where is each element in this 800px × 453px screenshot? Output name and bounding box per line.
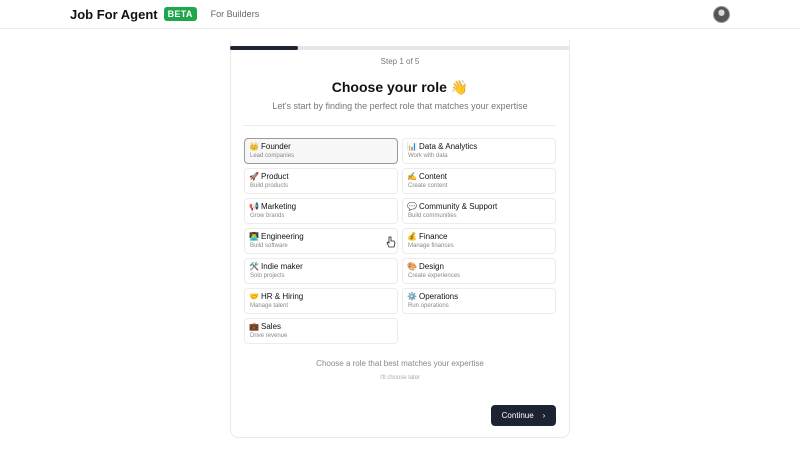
briefcase-icon: 💼 [249,322,259,331]
role-option-sales[interactable]: 💼 Sales Drive revenue [244,318,398,344]
role-option-design[interactable]: 🎨 Design Create experiences [402,258,556,284]
speech-bubble-icon: 💬 [407,202,417,211]
beta-badge: BETA [163,7,197,21]
role-option-founder[interactable]: 👑 Founder Lead companies [244,138,398,164]
role-option-product[interactable]: 🚀 Product Build products [244,168,398,194]
role-option-operations[interactable]: ⚙️ Operations Run operations [402,288,556,314]
role-title: Data & Analytics [419,142,478,151]
role-subtitle: Build communities [408,213,457,219]
page-subtitle: Let's start by finding the perfect role … [272,101,528,111]
role-title: HR & Hiring [261,292,304,301]
role-title: Founder [261,142,291,151]
role-title: Operations [419,292,459,301]
continue-button[interactable]: Continue › [491,405,556,426]
writing-hand-icon: ✍️ [407,172,417,181]
chevron-right-icon: › [542,411,546,420]
handshake-icon: 🤝 [249,292,259,301]
bar-chart-icon: 📊 [407,142,417,151]
role-subtitle: Manage talent [250,303,289,309]
role-subtitle: Create experiences [408,273,461,279]
rocket-icon: 🚀 [249,172,259,181]
role-title: Engineering [261,232,304,241]
role-title: Indie maker [261,262,303,271]
role-subtitle: Create content [408,183,448,189]
role-option-hr-hiring[interactable]: 🤝 HR & Hiring Manage talent [244,288,398,314]
role-subtitle: Grow brands [250,213,285,219]
tools-icon: 🛠️ [249,262,259,271]
role-title: Finance [419,232,448,241]
role-title: Content [419,172,448,181]
role-title: Community & Support [419,202,498,211]
role-option-community-support[interactable]: 💬 Community & Support Build communities [402,198,556,224]
role-option-finance[interactable]: 💰 Finance Manage finances [402,228,556,254]
continue-label: Continue [501,411,534,420]
progress-bar-fill [230,46,298,50]
user-avatar[interactable] [713,6,730,23]
hand-cursor-icon [386,236,396,248]
role-option-marketing[interactable]: 📢 Marketing Grow brands [244,198,398,224]
for-builders-link[interactable]: For Builders [211,9,260,19]
divider [243,125,556,126]
crown-icon: 👑 [249,142,259,151]
role-option-content[interactable]: ✍️ Content Create content [402,168,556,194]
choose-later-link[interactable]: I'll choose later [230,375,570,381]
role-option-data-analytics[interactable]: 📊 Data & Analytics Work with data [402,138,556,164]
role-subtitle: Build software [250,243,288,249]
role-option-engineering[interactable]: 👨‍💻 Engineering Build software [244,228,398,254]
developer-icon: 👨‍💻 [249,232,259,241]
role-option-indie-maker[interactable]: 🛠️ Indie maker Solo projects [244,258,398,284]
money-bag-icon: 💰 [407,232,417,241]
role-subtitle: Drive revenue [250,333,288,339]
role-title: Design [419,262,444,271]
brand-logo-text[interactable]: Job For Agent [70,7,158,22]
palette-icon: 🎨 [407,262,417,271]
role-subtitle: Lead companies [250,153,295,159]
role-subtitle: Run operations [408,303,449,309]
role-title: Product [261,172,289,181]
role-hint-text: Choose a role that best matches your exp… [316,359,484,368]
progress-bar [230,46,570,50]
page-title: Choose your role 👋 [331,79,469,95]
role-title: Sales [261,322,282,331]
megaphone-icon: 📢 [249,202,259,211]
role-subtitle: Build products [250,183,289,189]
top-navigation-bar: Job For Agent BETA For Builders [0,0,800,29]
step-indicator: Step 1 of 5 [380,57,420,66]
role-subtitle: Manage finances [408,243,454,249]
role-title: Marketing [261,202,297,211]
role-subtitle: Work with data [408,153,448,159]
gear-icon: ⚙️ [407,292,417,301]
role-subtitle: Solo projects [250,273,285,279]
